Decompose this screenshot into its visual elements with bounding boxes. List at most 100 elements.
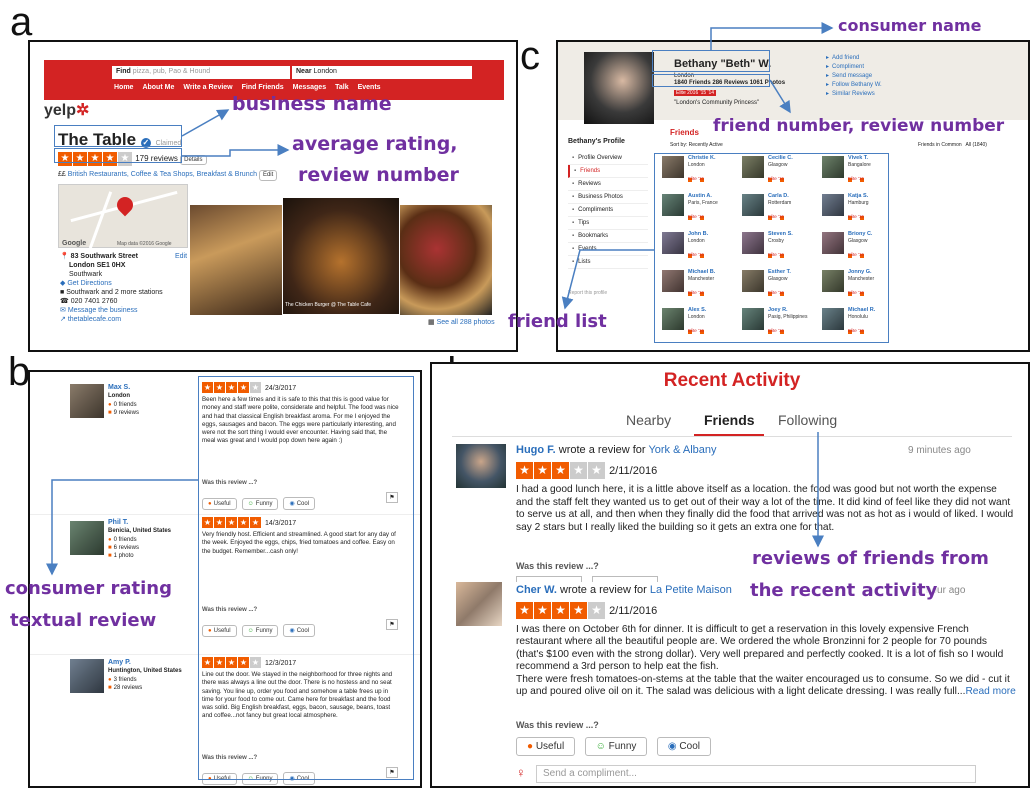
annotation-recent-activity: the recent activity bbox=[750, 580, 938, 601]
photo-3[interactable] bbox=[400, 205, 492, 315]
profile-menu-title: Bethany's Profile bbox=[568, 138, 625, 145]
read-more-link[interactable]: Read more bbox=[965, 686, 1015, 697]
annotation-friend-number: friend number, review number bbox=[713, 116, 1005, 136]
reviewer-name[interactable]: Amy P. bbox=[108, 659, 131, 666]
menu-label: Profile Overview bbox=[578, 155, 622, 161]
nav-item[interactable]: Home bbox=[114, 84, 133, 91]
friends-count: 0 friends bbox=[113, 537, 137, 543]
activity-time: 9 minutes ago bbox=[908, 445, 971, 456]
message-business-link[interactable]: ✉ Message the business bbox=[60, 306, 190, 315]
profile-menu-item[interactable]: ▪ Events bbox=[568, 243, 648, 256]
profile-action[interactable]: ▸ Similar Reviews bbox=[826, 90, 882, 99]
compliment-input[interactable]: Send a compliment... bbox=[536, 765, 976, 783]
annotation-review-number: review number bbox=[298, 164, 459, 186]
business-link[interactable]: La Petite Maison bbox=[650, 584, 732, 596]
profile-menu-item[interactable]: ▪ Profile Overview bbox=[568, 152, 648, 165]
activity-tab-friends[interactable]: Friends bbox=[704, 412, 755, 428]
photo-2[interactable]: The Chicken Burger @ The Table Cafe bbox=[282, 197, 400, 315]
profile-menu-item[interactable]: ▪ Friends bbox=[568, 165, 648, 178]
profile-menu-item[interactable]: ▪ Compliments bbox=[568, 204, 648, 217]
rating-highlight bbox=[54, 148, 182, 163]
profile-menu-item[interactable]: ▪ Business Photos bbox=[568, 191, 648, 204]
edit-button[interactable]: Edit bbox=[258, 170, 278, 181]
annotation-consumer-name: consumer name bbox=[838, 16, 982, 35]
directions-icon: ◆ bbox=[60, 280, 66, 287]
star-icon: ★ bbox=[552, 462, 569, 479]
menu-icon: ▪ bbox=[572, 259, 575, 265]
user-link[interactable]: Cher W. bbox=[516, 584, 557, 596]
report-profile-link[interactable]: Report this profile bbox=[568, 290, 607, 296]
map-edit-link[interactable]: Edit bbox=[175, 252, 187, 261]
details-button[interactable]: Details bbox=[180, 155, 207, 165]
google-logo: Google bbox=[62, 240, 87, 247]
reviews-icon: ■ bbox=[108, 545, 112, 551]
similar-reviews-icon: ▸ bbox=[826, 91, 830, 97]
menu-icon: ▪ bbox=[574, 168, 577, 174]
business-link[interactable]: York & Albany bbox=[648, 444, 716, 456]
reviews-icon: ■ bbox=[108, 685, 112, 691]
friends-tabs[interactable]: Friends in Common All (1840) bbox=[918, 142, 987, 148]
annotation-reviews-friends: reviews of friends from bbox=[752, 548, 989, 569]
friends-count: 3 friends bbox=[113, 677, 137, 683]
train-icon: ■ bbox=[60, 289, 65, 296]
reviewer-friends: ● 0 friends bbox=[108, 537, 137, 543]
user-quote: "London's Community Princess" bbox=[674, 100, 760, 106]
activity-tab-following[interactable]: Following bbox=[778, 412, 837, 428]
profile-menu-item[interactable]: ▪ Bookmarks bbox=[568, 230, 648, 243]
avatar bbox=[456, 582, 502, 626]
annotation-friend-list: friend list bbox=[508, 311, 607, 332]
sort-dropdown[interactable]: Sort by: Recently Active bbox=[670, 142, 723, 148]
profile-menu-item[interactable]: ▪ Lists bbox=[568, 256, 648, 269]
review-text: I had a good lunch here, it is a little … bbox=[516, 484, 1014, 533]
nav-item[interactable]: Messages bbox=[293, 84, 326, 91]
photo-1[interactable] bbox=[190, 205, 282, 315]
star-icon: ★ bbox=[516, 462, 533, 479]
reviews-count: 6 reviews bbox=[113, 545, 139, 551]
friend-list-highlight bbox=[654, 153, 889, 343]
activity-tab-nearby[interactable]: Nearby bbox=[626, 412, 671, 428]
message-icon: ✉ bbox=[60, 307, 66, 314]
panel-label-a: a bbox=[10, 0, 33, 44]
near-input[interactable]: Near London bbox=[292, 66, 472, 79]
profile-menu-item[interactable]: ▪ Reviews bbox=[568, 178, 648, 191]
action-label: Add friend bbox=[832, 55, 860, 61]
reviewer-location: Huntington, United States bbox=[108, 668, 182, 674]
reviewer-name[interactable]: Phil T. bbox=[108, 519, 128, 526]
activity-header: Cher W. wrote a review for La Petite Mai… bbox=[516, 584, 732, 596]
pin-icon: 📍 bbox=[60, 253, 69, 260]
profile-action[interactable]: ▸ Follow Bethany W. bbox=[826, 81, 882, 90]
friends-icon: ● bbox=[108, 677, 112, 683]
friend-number-highlight bbox=[652, 74, 770, 87]
star-icon: ★ bbox=[552, 602, 569, 619]
nav-item[interactable]: Write a Review bbox=[183, 84, 232, 91]
feedback-buttons: ● Useful ☺ Funny ◉ Cool bbox=[516, 736, 716, 756]
profile-action[interactable]: ▸ Send message bbox=[826, 72, 882, 81]
nav-item[interactable]: Events bbox=[358, 84, 381, 91]
reviewer-name[interactable]: Max S. bbox=[108, 384, 130, 391]
cool-button[interactable]: ◉ Cool bbox=[656, 737, 711, 756]
nav-item[interactable]: Find Friends bbox=[242, 84, 284, 91]
follow-icon: ▸ bbox=[826, 82, 830, 88]
website-link[interactable]: ↗ thetablecafe.com bbox=[60, 315, 190, 324]
menu-icon: ▪ bbox=[572, 155, 575, 161]
find-input[interactable]: Find pizza, pub, Pao & Hound bbox=[112, 66, 290, 79]
nav-item[interactable]: Talk bbox=[335, 84, 349, 91]
useful-button[interactable]: ● Useful bbox=[516, 737, 576, 756]
profile-menu-item[interactable]: ▪ Tips bbox=[568, 217, 648, 230]
yelp-logo[interactable]: yelp✲ bbox=[44, 100, 89, 120]
annotation-business-name: business name bbox=[232, 93, 392, 115]
star-icon: ★ bbox=[534, 602, 551, 619]
menu-label: Friends bbox=[580, 168, 601, 174]
profile-action[interactable]: ▸ Compliment bbox=[826, 63, 882, 72]
map[interactable]: Google Map data ©2016 Google bbox=[58, 184, 188, 249]
profile-action[interactable]: ▸ Add friend bbox=[826, 54, 882, 63]
see-all-photos-link[interactable]: ▦ See all 288 photos bbox=[428, 318, 495, 327]
user-link[interactable]: Hugo F. bbox=[516, 444, 556, 456]
funny-button[interactable]: ☺ Funny bbox=[584, 737, 648, 756]
map-pin-icon bbox=[113, 193, 137, 217]
photos-count: 1 photo bbox=[113, 553, 134, 559]
star-icon: ★ bbox=[516, 602, 533, 619]
get-directions-link[interactable]: ◆ Get Directions bbox=[60, 279, 190, 288]
nav-item[interactable]: About Me bbox=[142, 84, 174, 91]
category-links[interactable]: British Restaurants, Coffee & Tea Shops,… bbox=[68, 171, 257, 178]
